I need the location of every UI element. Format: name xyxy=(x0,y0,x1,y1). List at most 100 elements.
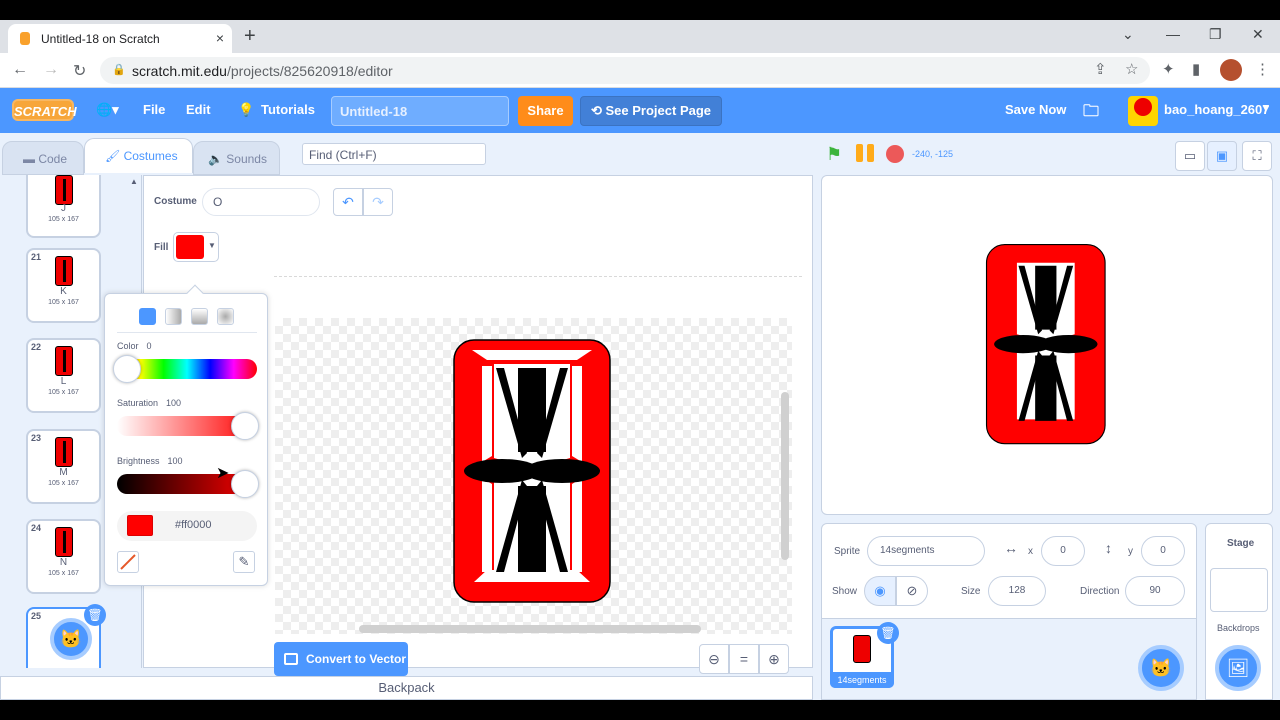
see-project-page-button[interactable]: ⟲ See Project Page xyxy=(580,96,722,126)
costume-name: J xyxy=(61,203,66,214)
tutorials-menu[interactable]: Tutorials xyxy=(261,102,315,117)
scratch-logo[interactable]: SCRATCH xyxy=(12,99,77,121)
costume-item[interactable]: 24 N 105 x 167 xyxy=(26,519,101,594)
see-project-label: See Project Page xyxy=(605,103,712,118)
tab-title: Untitled-18 on Scratch xyxy=(41,32,160,46)
stage-canvas[interactable] xyxy=(821,175,1273,515)
share-page-icon[interactable]: ⇪ xyxy=(1094,60,1107,78)
stage-thumbnail[interactable] xyxy=(1210,568,1268,612)
my-stuff-folder-icon[interactable]: 🗀 xyxy=(1083,100,1099,127)
sprite-name-input[interactable]: 14segments xyxy=(867,536,985,566)
share-button[interactable]: Share xyxy=(518,96,573,126)
costume-item[interactable]: J 105 x 167 xyxy=(26,175,101,238)
undo-icon[interactable]: ↶ xyxy=(333,188,363,216)
user-avatar[interactable] xyxy=(1128,96,1158,126)
fullscreen-icon[interactable]: ⛶ xyxy=(1242,141,1272,171)
zoom-reset-icon[interactable]: = xyxy=(729,644,759,674)
stop-icon[interactable] xyxy=(886,145,904,163)
delete-sprite-icon[interactable]: 🗑 xyxy=(877,622,899,644)
bookmark-star-icon[interactable]: ☆ xyxy=(1125,60,1138,78)
costume-name-input[interactable]: O xyxy=(202,188,320,216)
restore-icon[interactable]: ❐ xyxy=(1209,26,1222,43)
new-tab-button[interactable]: + xyxy=(244,25,256,48)
file-menu[interactable]: File xyxy=(143,102,165,117)
tab-costumes[interactable]: 🖌 Costumes xyxy=(84,138,193,173)
tab-close-icon[interactable]: × xyxy=(216,30,224,46)
save-now-button[interactable]: Save Now xyxy=(1005,102,1066,117)
image-icon xyxy=(284,653,298,665)
zoom-in-icon[interactable]: ⊕ xyxy=(759,644,789,674)
solid-fill-icon[interactable] xyxy=(139,308,156,325)
redo-icon[interactable]: ↷ xyxy=(363,188,393,216)
saturation-label: Saturation xyxy=(117,398,159,408)
color-slider-handle[interactable] xyxy=(113,355,141,383)
costume-item[interactable]: 22 L 105 x 167 xyxy=(26,338,101,413)
costume-label: Costume xyxy=(154,196,197,207)
stage-sprite xyxy=(985,243,1106,445)
saturation-slider[interactable] xyxy=(117,412,259,440)
eyedropper-icon[interactable]: ✎ xyxy=(233,551,255,573)
back-icon[interactable]: ← xyxy=(12,61,28,79)
convert-to-vector-button[interactable]: Convert to Vector xyxy=(274,642,408,676)
costume-artwork xyxy=(453,339,611,603)
caret-down-icon[interactable]: ▼ xyxy=(1261,104,1271,115)
minimize-icon[interactable]: — xyxy=(1166,26,1180,42)
project-title-input[interactable]: Untitled-18 xyxy=(331,96,509,126)
x-arrows-icon: ↔ xyxy=(1004,540,1018,556)
pause-icon[interactable] xyxy=(856,144,876,164)
profile-avatar[interactable] xyxy=(1220,59,1242,81)
backdrops-label: Backdrops xyxy=(1217,623,1260,633)
edit-menu[interactable]: Edit xyxy=(186,102,211,117)
scratch-menu-bar: SCRATCH 🌐▾ File Edit 💡 Tutorials Untitle… xyxy=(0,88,1280,133)
forward-icon[interactable]: → xyxy=(43,61,59,79)
horizontal-gradient-icon[interactable] xyxy=(165,308,182,325)
brightness-slider[interactable] xyxy=(117,470,259,498)
costume-item[interactable]: 23 M 105 x 167 xyxy=(26,429,101,504)
show-visible-icon[interactable]: ◉ xyxy=(864,576,896,606)
canvas-horizontal-scrollbar[interactable] xyxy=(359,625,701,633)
reload-icon[interactable]: ↻ xyxy=(73,61,86,81)
hex-input[interactable]: #ff0000 xyxy=(175,519,212,531)
paint-canvas[interactable] xyxy=(275,318,792,634)
choose-costume-button[interactable]: 🐱 xyxy=(50,618,92,660)
stage-coordinates: -240, -125 xyxy=(912,149,954,159)
tab-search-icon[interactable]: ⌄ xyxy=(1122,26,1134,43)
hide-icon[interactable]: ⊘ xyxy=(896,576,928,606)
choose-backdrop-button[interactable]: 🖼 xyxy=(1215,645,1261,691)
radial-gradient-icon[interactable] xyxy=(217,308,234,325)
globe-icon[interactable]: 🌐▾ xyxy=(96,102,119,118)
fill-color-dropdown[interactable]: ▼ xyxy=(173,232,219,262)
direction-input[interactable]: 90 xyxy=(1125,576,1185,606)
choose-sprite-button[interactable]: 🐱 xyxy=(1138,645,1184,691)
close-window-icon[interactable]: ✕ xyxy=(1252,26,1264,43)
no-color-icon[interactable] xyxy=(117,551,139,573)
color-slider[interactable] xyxy=(113,355,257,383)
side-panel-icon[interactable]: ▮ xyxy=(1192,60,1200,78)
canvas-vertical-scrollbar[interactable] xyxy=(781,392,789,560)
size-input[interactable]: 128 xyxy=(988,576,1046,606)
menu-dots-icon[interactable]: ⋮ xyxy=(1255,60,1270,78)
saturation-slider-handle[interactable] xyxy=(231,412,259,440)
find-input[interactable]: Find (Ctrl+F) xyxy=(302,143,486,165)
tab-code[interactable]: ▬ Code xyxy=(2,141,84,175)
browser-tab[interactable]: Untitled-18 on Scratch × xyxy=(8,24,232,53)
stage-glyph xyxy=(985,243,1106,445)
y-input[interactable]: 0 xyxy=(1141,536,1185,566)
extensions-icon[interactable]: ✦ xyxy=(1162,60,1175,78)
username-menu[interactable]: bao_hoang_2607 xyxy=(1164,102,1270,117)
costume-name: N xyxy=(59,557,68,568)
delete-costume-icon[interactable]: 🗑 xyxy=(84,604,106,626)
brightness-slider-handle[interactable] xyxy=(231,470,259,498)
small-stage-icon[interactable]: ▭ xyxy=(1175,141,1205,171)
normal-stage-icon[interactable]: ▣ xyxy=(1207,141,1237,171)
scroll-up-arrow-icon[interactable]: ▲ xyxy=(130,177,138,186)
backpack-bar[interactable]: Backpack xyxy=(0,676,813,700)
green-flag-icon[interactable]: ⚑ xyxy=(826,144,842,165)
url-field[interactable]: 🔒 scratch.mit.edu/projects/825620918/edi… xyxy=(100,57,1150,84)
tab-code-label: Code xyxy=(38,152,68,166)
x-input[interactable]: 0 xyxy=(1041,536,1085,566)
vertical-gradient-icon[interactable] xyxy=(191,308,208,325)
costume-item[interactable]: 21 K 105 x 167 xyxy=(26,248,101,323)
zoom-out-icon[interactable]: ⊖ xyxy=(699,644,729,674)
tab-sounds[interactable]: 🔈 Sounds xyxy=(193,141,280,175)
